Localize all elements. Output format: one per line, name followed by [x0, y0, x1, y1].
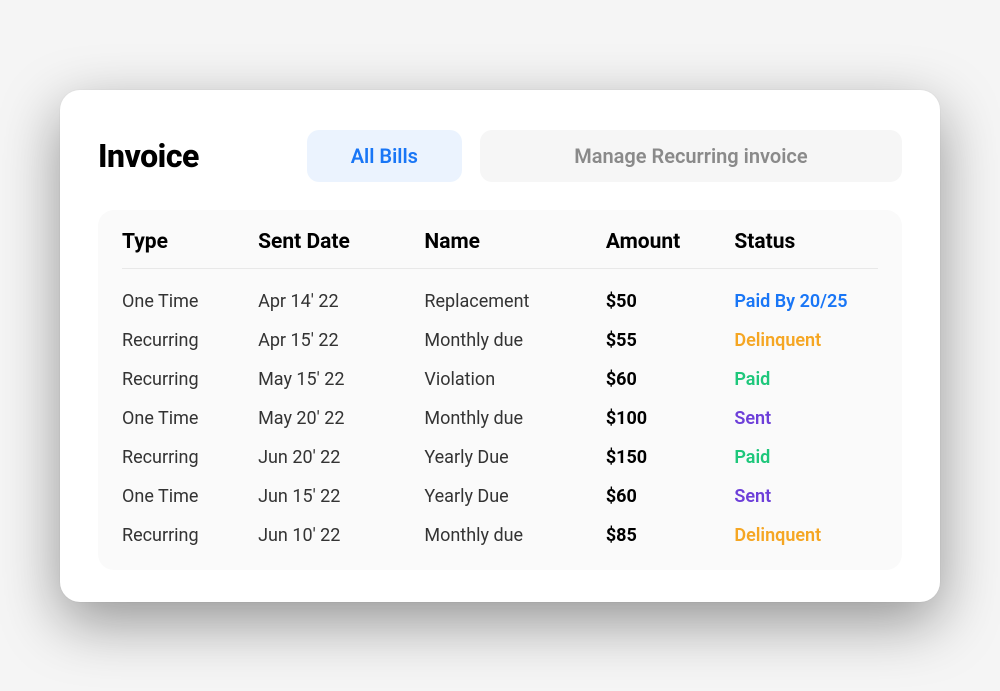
cell-sent-date: Jun 15' 22	[258, 468, 424, 507]
table-row[interactable]: One TimeApr 14' 22Replacement$50Paid By …	[122, 268, 878, 312]
column-header-type: Type	[122, 230, 258, 269]
cell-status: Paid	[734, 351, 878, 390]
cell-type: Recurring	[122, 312, 258, 351]
cell-amount: $100	[606, 390, 735, 429]
column-header-name: Name	[424, 230, 605, 269]
invoice-card: Invoice All Bills Manage Recurring invoi…	[60, 90, 940, 602]
cell-type: One Time	[122, 468, 258, 507]
column-header-amount: Amount	[606, 230, 735, 269]
cell-name: Monthly due	[424, 390, 605, 429]
cell-name: Monthly due	[424, 507, 605, 546]
page-title: Invoice	[98, 137, 199, 175]
column-header-sent-date: Sent Date	[258, 230, 424, 269]
cell-sent-date: Apr 15' 22	[258, 312, 424, 351]
table-row[interactable]: RecurringApr 15' 22Monthly due$55Delinqu…	[122, 312, 878, 351]
header: Invoice All Bills Manage Recurring invoi…	[98, 130, 902, 182]
invoice-table-container: Type Sent Date Name Amount Status One Ti…	[98, 210, 902, 570]
cell-status: Delinquent	[734, 507, 878, 546]
cell-sent-date: May 15' 22	[258, 351, 424, 390]
cell-type: Recurring	[122, 429, 258, 468]
cell-amount: $55	[606, 312, 735, 351]
cell-name: Replacement	[424, 268, 605, 312]
cell-amount: $150	[606, 429, 735, 468]
table-row[interactable]: One TimeJun 15' 22Yearly Due$60Sent	[122, 468, 878, 507]
cell-name: Yearly Due	[424, 429, 605, 468]
cell-sent-date: Jun 20' 22	[258, 429, 424, 468]
table-header-row: Type Sent Date Name Amount Status	[122, 230, 878, 269]
tab-manage-recurring[interactable]: Manage Recurring invoice	[480, 130, 902, 182]
column-header-status: Status	[734, 230, 878, 269]
invoice-table: Type Sent Date Name Amount Status One Ti…	[122, 230, 878, 546]
cell-status: Sent	[734, 468, 878, 507]
cell-amount: $60	[606, 351, 735, 390]
cell-type: Recurring	[122, 507, 258, 546]
cell-status: Paid	[734, 429, 878, 468]
cell-amount: $50	[606, 268, 735, 312]
cell-status: Delinquent	[734, 312, 878, 351]
cell-type: Recurring	[122, 351, 258, 390]
cell-sent-date: Apr 14' 22	[258, 268, 424, 312]
table-row[interactable]: RecurringJun 10' 22Monthly due$85Delinqu…	[122, 507, 878, 546]
cell-type: One Time	[122, 268, 258, 312]
cell-name: Monthly due	[424, 312, 605, 351]
table-row[interactable]: RecurringJun 20' 22Yearly Due$150Paid	[122, 429, 878, 468]
cell-sent-date: May 20' 22	[258, 390, 424, 429]
cell-sent-date: Jun 10' 22	[258, 507, 424, 546]
cell-status: Sent	[734, 390, 878, 429]
tab-all-bills[interactable]: All Bills	[307, 130, 462, 182]
cell-name: Yearly Due	[424, 468, 605, 507]
cell-type: One Time	[122, 390, 258, 429]
cell-amount: $85	[606, 507, 735, 546]
cell-status: Paid By 20/25	[734, 268, 878, 312]
cell-name: Violation	[424, 351, 605, 390]
cell-amount: $60	[606, 468, 735, 507]
table-row[interactable]: One TimeMay 20' 22Monthly due$100Sent	[122, 390, 878, 429]
table-row[interactable]: RecurringMay 15' 22Violation$60Paid	[122, 351, 878, 390]
